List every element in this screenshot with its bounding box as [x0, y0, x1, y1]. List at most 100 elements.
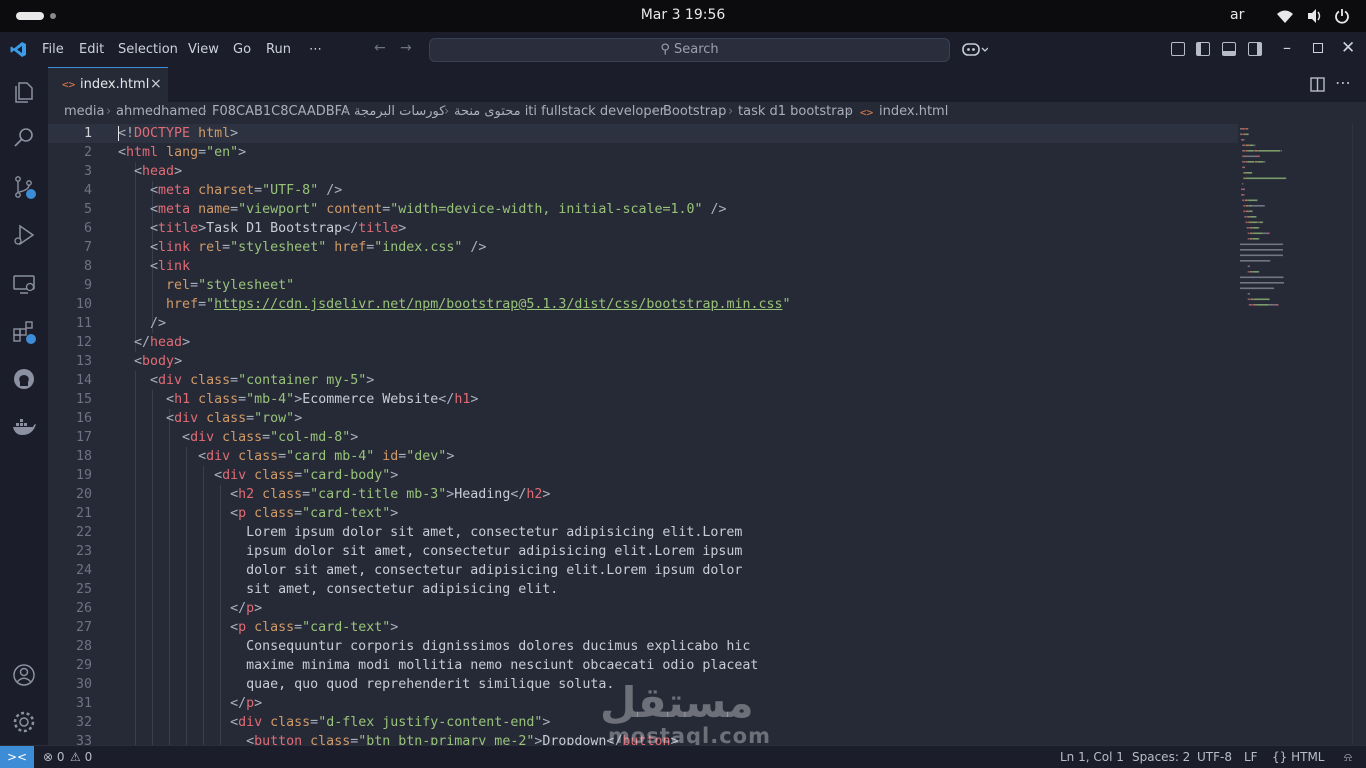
clock[interactable]: Mar 3 19:56: [0, 7, 1366, 23]
code-line[interactable]: 14 <div class="container my-5">: [48, 371, 1238, 390]
code-token: "width=device-width, initial-scale=1.0": [390, 202, 703, 217]
code-token: >: [470, 392, 479, 407]
command-center-search[interactable]: ⚲ Search: [429, 38, 950, 62]
remote-explorer-icon[interactable]: [12, 272, 36, 296]
menu-more[interactable]: ⋯: [309, 42, 322, 57]
code-line[interactable]: 4 <meta charset="UTF-8" />: [48, 181, 1238, 200]
code-line[interactable]: 27 <p class="card-text">: [48, 618, 1238, 637]
menu-selection[interactable]: Selection: [118, 42, 178, 57]
code-line[interactable]: 3 <head>: [48, 162, 1238, 181]
breadcrumb-media[interactable]: media: [64, 104, 105, 119]
eol-setting[interactable]: LF: [1244, 750, 1258, 764]
code-line[interactable]: 2 <html lang="en">: [48, 143, 1238, 162]
account-icon[interactable]: [12, 663, 36, 687]
code-line[interactable]: 22 Lorem ipsum dolor sit amet, consectet…: [48, 523, 1238, 542]
code-line[interactable]: 15 <h1 class="mb-4">Ecommerce Website</h…: [48, 390, 1238, 409]
extensions-icon[interactable]: [12, 320, 36, 344]
minimap-token: [1240, 128, 1242, 130]
menu-view[interactable]: View: [188, 42, 219, 57]
explorer-icon[interactable]: [12, 80, 36, 104]
toggle-primary-sidebar-icon[interactable]: [1196, 42, 1210, 56]
code-line[interactable]: 8 <link: [48, 257, 1238, 276]
code-token: link: [158, 259, 191, 274]
code-line[interactable]: 13 <body>: [48, 352, 1238, 371]
toggle-panels-icon[interactable]: [1171, 42, 1185, 56]
code-line[interactable]: 9 rel="stylesheet": [48, 276, 1238, 295]
run-debug-icon[interactable]: [12, 223, 36, 247]
code-line[interactable]: 7 <link rel="stylesheet" href="index.css…: [48, 238, 1238, 257]
github-icon[interactable]: [12, 367, 36, 391]
breadcrumb-bootstrap[interactable]: Bootstrap: [663, 104, 726, 119]
breadcrumb-drive[interactable]: F08CAB1C8CAADBFA: [212, 104, 350, 119]
code-token: <: [150, 240, 159, 255]
code-line[interactable]: 6 <title>Task D1 Bootstrap</title>: [48, 219, 1238, 238]
code-editor[interactable]: 1 <!DOCTYPE html> 2 <html lang="en"> 3 <head…: [48, 124, 1366, 745]
breadcrumb-file[interactable]: index.html: [879, 104, 948, 119]
breadcrumb-separator: ›: [846, 104, 852, 119]
code-line[interactable]: 23 ipsum dolor sit amet, consectetur adi…: [48, 542, 1238, 561]
minimap-token: [1247, 161, 1255, 163]
toggle-secondary-sidebar-icon[interactable]: [1248, 42, 1262, 56]
power-icon[interactable]: [1334, 8, 1350, 24]
code-line[interactable]: 17 <div class="col-md-8">: [48, 428, 1238, 447]
code-line[interactable]: 29 maxime minima modi mollitia nemo nesc…: [48, 656, 1238, 675]
code-line[interactable]: 1 <!DOCTYPE html>: [48, 124, 1238, 143]
close-window-icon[interactable]: ✕: [1341, 38, 1355, 58]
back-arrow-icon[interactable]: ←: [374, 40, 386, 56]
indentation-setting[interactable]: Spaces: 2: [1132, 750, 1190, 764]
minimap[interactable]: [1238, 124, 1348, 324]
code-line[interactable]: 16 <div class="row">: [48, 409, 1238, 428]
code-line[interactable]: 10 href="https://cdn.jsdelivr.net/npm/bo…: [48, 295, 1238, 314]
warnings-count[interactable]: ⚠ 0: [70, 750, 92, 764]
toggle-panel-icon[interactable]: [1222, 42, 1236, 56]
forward-arrow-icon[interactable]: →: [400, 40, 412, 56]
volume-icon[interactable]: [1306, 8, 1324, 24]
tab-index-html[interactable]: <> index.html ×: [48, 67, 168, 102]
search-icon[interactable]: [12, 126, 36, 150]
code-line[interactable]: 19 <div class="card-body">: [48, 466, 1238, 485]
minimap-token: [1242, 155, 1243, 158]
code-line[interactable]: 12 </head>: [48, 333, 1238, 352]
minimize-icon[interactable]: –: [1283, 38, 1291, 57]
breadcrumb-courses[interactable]: كورسات البرمجة: [354, 104, 445, 119]
menu-file[interactable]: File: [42, 42, 64, 57]
notifications-bell-icon[interactable]: ⍾: [1344, 750, 1352, 765]
maximize-icon[interactable]: [1313, 43, 1323, 53]
errors-count[interactable]: ⊗ 0: [43, 750, 65, 764]
code-line[interactable]: 18 <div class="card mb-4" id="dev">: [48, 447, 1238, 466]
vertical-scrollbar[interactable]: [1352, 124, 1366, 745]
more-actions-icon[interactable]: ⋯: [1335, 73, 1351, 92]
close-tab-icon[interactable]: ×: [150, 76, 162, 92]
minimap-token: [1253, 304, 1256, 306]
menu-edit[interactable]: Edit: [79, 42, 104, 57]
menu-run[interactable]: Run: [266, 42, 291, 57]
code-line[interactable]: 5 <meta name="viewport" content="width=d…: [48, 200, 1238, 219]
wifi-icon[interactable]: [1276, 8, 1294, 24]
menu-go[interactable]: Go: [233, 42, 251, 57]
code-line[interactable]: 24 dolor sit amet, consectetur adipisici…: [48, 561, 1238, 580]
breadcrumb-iti-folder[interactable]: محتوى منحة iti fullstack developer: [454, 104, 665, 119]
minimap-token: [1254, 144, 1256, 147]
code-line[interactable]: 25 sit amet, consectetur adipisicing eli…: [48, 580, 1238, 599]
code-line[interactable]: 20 <h2 class="card-title mb-3">Heading</…: [48, 485, 1238, 504]
breadcrumb-task-folder[interactable]: task d1 bootstrap: [738, 104, 853, 119]
code-line[interactable]: 26 </p>: [48, 599, 1238, 618]
code-line[interactable]: 28 Consequuntur corporis dignissimos dol…: [48, 637, 1238, 656]
source-control-icon[interactable]: [12, 175, 36, 199]
remote-indicator-button[interactable]: ><: [0, 746, 34, 768]
code-line[interactable]: 21 <p class="card-text">: [48, 504, 1238, 523]
settings-gear-icon[interactable]: [12, 710, 36, 734]
split-editor-icon[interactable]: [1310, 77, 1325, 92]
language-mode[interactable]: {} HTML: [1272, 750, 1324, 764]
copilot-icon[interactable]: [962, 41, 988, 57]
cursor-position[interactable]: Ln 1, Col 1: [1060, 750, 1124, 764]
encoding-setting[interactable]: UTF-8: [1197, 750, 1232, 764]
breadcrumb-ahmedhamed[interactable]: ahmedhamed: [116, 104, 206, 119]
keyboard-language[interactable]: ar: [1230, 7, 1244, 23]
code-line[interactable]: 11 />: [48, 314, 1238, 333]
minimap-token: [1252, 232, 1254, 235]
docker-icon[interactable]: [12, 415, 36, 439]
